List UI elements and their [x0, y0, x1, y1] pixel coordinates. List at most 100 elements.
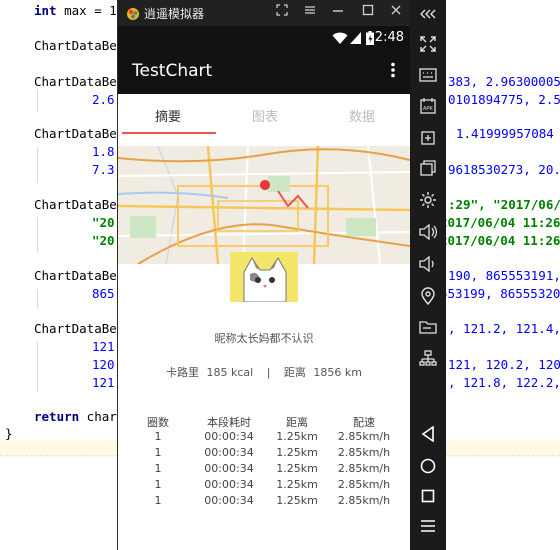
cell-lap: 1: [154, 446, 162, 459]
cell-lap-time: 00:00:34: [204, 494, 254, 507]
cell-lap: 1: [154, 462, 162, 475]
back-icon[interactable]: [418, 424, 438, 444]
tab-data[interactable]: 数据: [349, 106, 375, 125]
indent-guide: [37, 148, 38, 182]
table-row: 1 00:00:34 1.25km 2.85km/h: [128, 494, 398, 510]
code-line: ChartDataBea: [34, 268, 125, 283]
code-line: 1.8: [92, 144, 115, 159]
code-line-tail: 2017/06/04 11:26: [440, 233, 560, 248]
apk-install-icon[interactable]: APK: [418, 96, 438, 116]
tab-summary[interactable]: 摘要: [155, 106, 181, 125]
code-line: }: [5, 426, 13, 441]
code-line: ChartDataBea: [34, 197, 125, 212]
fullscreen-icon[interactable]: [276, 4, 288, 20]
table-row: 1 00:00:34 1.25km 2.85km/h: [128, 430, 398, 446]
volume-up-icon[interactable]: [418, 222, 438, 242]
cell-lap-time: 00:00:34: [204, 478, 254, 491]
code-line: 121: [92, 339, 115, 354]
overflow-menu-icon[interactable]: [390, 62, 396, 82]
code-line: 7.3: [92, 162, 115, 177]
code-line: ChartDataBea: [34, 126, 125, 141]
header-lap-time: 本段耗时: [207, 416, 251, 429]
cell-distance: 1.25km: [276, 446, 318, 459]
cell-lap-time: 00:00:34: [204, 430, 254, 443]
code-line: ChartDataBea: [34, 74, 125, 89]
minimize-icon[interactable]: [332, 4, 344, 20]
code-line: ChartDataBea: [34, 321, 125, 336]
route-map[interactable]: [118, 146, 410, 264]
network-icon[interactable]: [418, 348, 438, 368]
screenshot-icon[interactable]: [418, 128, 438, 148]
stats-separator: |: [266, 366, 271, 379]
code-line-tail: 9618530273, 20.7: [448, 162, 560, 177]
code-line-tail: , 121.8, 122.2,: [448, 375, 560, 390]
emulator-title-bar: 逍遥模拟器: [118, 0, 410, 26]
indent-guide: [37, 90, 38, 112]
code-line: 2.6: [92, 92, 115, 107]
tab-chart[interactable]: 图表: [252, 106, 278, 125]
code-line-tail: , 121.2, 121.4,: [448, 321, 560, 336]
code-line-tail: :29", "2017/06/: [448, 197, 560, 212]
cell-pace: 2.85km/h: [337, 430, 391, 443]
distance-label: 距离: [283, 366, 306, 379]
tab-indicator: [122, 132, 216, 134]
table-header: 圈数 本段耗时 距离 配速: [128, 414, 398, 430]
emulator-window: 逍遥模拟器 2:48 TestChart 摘要 图表 数据 昵称太长妈都不认识 …: [118, 0, 410, 550]
avatar[interactable]: [230, 252, 298, 302]
keyboard-icon[interactable]: [418, 65, 438, 85]
close-icon[interactable]: [390, 4, 402, 20]
indent-guide: [37, 218, 38, 252]
menu-icon[interactable]: [304, 4, 316, 20]
code-line-tail: 553199, 86555320: [440, 286, 560, 301]
home-icon[interactable]: [418, 456, 438, 476]
menu-icon[interactable]: [418, 516, 438, 536]
code-line-tail: 190, 865553191,: [448, 268, 560, 283]
cell-distance: 1.25km: [276, 462, 318, 475]
status-time: 2:48: [374, 30, 404, 45]
distance-value: 1856 km: [313, 366, 362, 379]
header-pace: 配速: [353, 416, 375, 429]
tab-bar: 摘要 图表 数据: [118, 94, 410, 138]
cell-pace: 2.85km/h: [337, 478, 391, 491]
code-line: int max = 10: [34, 3, 125, 18]
cell-lap-time: 00:00:34: [204, 446, 254, 459]
multi-window-icon[interactable]: [418, 158, 438, 178]
volume-down-icon[interactable]: [418, 254, 438, 274]
code-line: 120: [92, 357, 115, 372]
settings-icon[interactable]: [418, 190, 438, 210]
calorie-label: 卡路里: [165, 366, 199, 379]
code-line-tail: 1.41999957084: [456, 126, 554, 141]
app-bar: TestChart: [118, 50, 410, 94]
code-line: 865: [92, 286, 115, 301]
header-lap: 圈数: [147, 416, 169, 429]
recent-apps-icon[interactable]: [418, 486, 438, 506]
lap-table: 圈数 本段耗时 距离 配速 1 00:00:34 1.25km 2.85km/h…: [128, 414, 398, 510]
cell-distance: 1.25km: [276, 478, 318, 491]
app-title: TestChart: [132, 61, 213, 81]
collapse-icon[interactable]: [418, 4, 438, 24]
code-line-tail: 383, 2.96300005: [448, 74, 560, 89]
emulator-logo-icon: [126, 6, 140, 20]
table-row: 1 00:00:34 1.25km 2.85km/h: [128, 462, 398, 478]
code-line: 121: [92, 375, 115, 390]
code-line: "20: [92, 233, 115, 248]
android-status-bar: 2:48: [118, 26, 410, 50]
battery-icon: [366, 30, 374, 49]
cell-distance: 1.25km: [276, 430, 318, 443]
folder-icon[interactable]: [418, 317, 438, 337]
cell-lap: 1: [154, 494, 162, 507]
code-line-tail: 121, 120.2, 120.: [448, 357, 560, 372]
cell-lap: 1: [154, 478, 162, 491]
location-icon[interactable]: [418, 286, 438, 306]
wifi-icon: [332, 30, 348, 49]
calorie-value: 185 kcal: [206, 366, 254, 379]
code-line: return chart: [34, 409, 125, 424]
workout-stats: 卡路里 185 kcal | 距离 1856 km: [118, 364, 410, 380]
code-line: "20: [92, 215, 115, 230]
cell-distance: 1.25km: [276, 494, 318, 507]
table-row: 1 00:00:34 1.25km 2.85km/h: [128, 446, 398, 462]
maximize-icon[interactable]: [362, 4, 374, 20]
code-line-tail: 0101894775, 2.5: [448, 92, 560, 107]
fullscreen-icon[interactable]: [418, 34, 438, 54]
signal-icon: [350, 30, 362, 49]
